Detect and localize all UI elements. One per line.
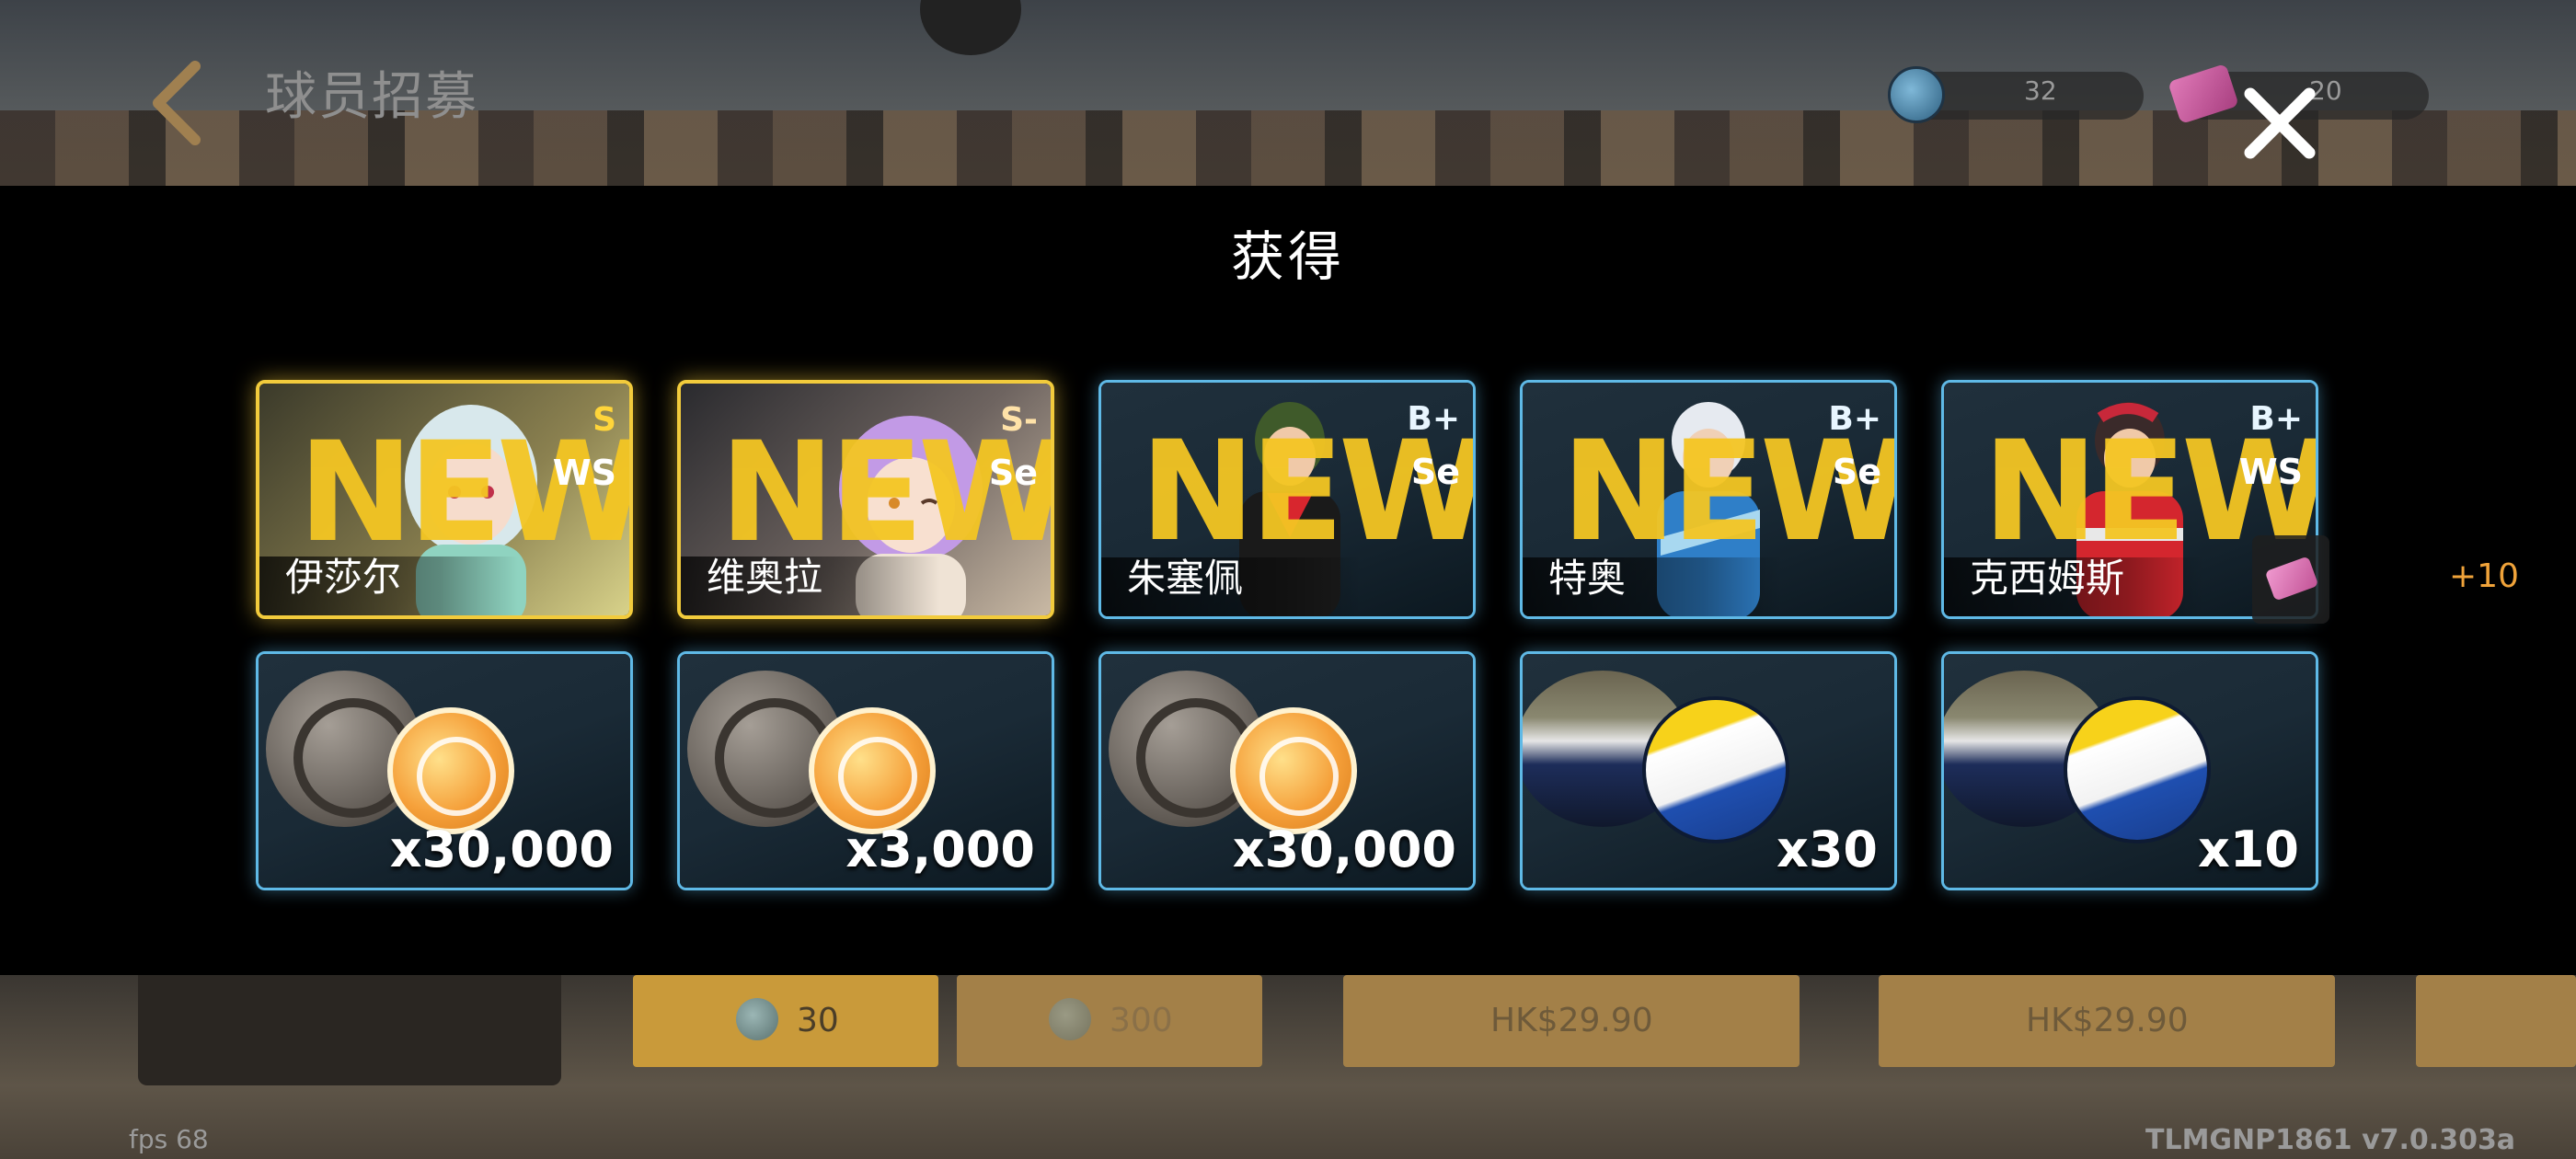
bottom-panel-left [138, 975, 561, 1085]
buy-button-1[interactable] [633, 975, 938, 1067]
back-button[interactable] [138, 57, 221, 149]
gold-coin-icon [1230, 707, 1357, 834]
modal-title: 获得 [1230, 225, 1345, 288]
close-button[interactable] [2237, 81, 2322, 166]
page-title: 球员招募 [265, 67, 478, 127]
buy-button-2-label: 300 [1110, 1002, 1173, 1039]
position-label: Se [988, 453, 1038, 493]
character-card[interactable]: NEW S- Se 维奥拉 [677, 380, 1054, 619]
build-version: TLMGNP1861 v7.0.303a [2145, 1124, 2516, 1156]
new-label: NEW [298, 413, 633, 573]
buy-button-5[interactable] [2416, 975, 2576, 1067]
position-label: WS [2238, 452, 2303, 492]
new-label: NEW [719, 413, 1054, 573]
drop-icon [1888, 66, 1945, 123]
character-card[interactable]: NEW B+ Se 朱塞佩 [1098, 380, 1476, 619]
buy-button-1-label: 30 [797, 1002, 839, 1039]
item-quantity: x30,000 [389, 820, 614, 878]
close-icon [2244, 87, 2316, 159]
rank-badge: S [592, 401, 616, 439]
position-label: WS [552, 453, 616, 493]
item-card[interactable]: x30,000 [1098, 651, 1476, 890]
character-card[interactable]: NEW S WS 伊莎尔 [256, 380, 633, 619]
position-label: Se [1410, 452, 1460, 492]
item-quantity: x30 [1777, 820, 1878, 878]
rank-badge: S- [1000, 401, 1038, 439]
character-name: 朱塞佩 [1127, 556, 1244, 601]
resource-value-drops: 32 [2024, 75, 2057, 106]
gold-coin-icon [809, 707, 936, 834]
item-quantity: x10 [2198, 820, 2299, 878]
item-card[interactable]: x10 [1941, 651, 2318, 890]
item-quantity: x3,000 [845, 820, 1035, 878]
character-card[interactable]: NEW B+ Se 特奥 [1520, 380, 1897, 619]
bonus-count: +10 [2449, 557, 2519, 595]
new-label: NEW [1140, 412, 1476, 572]
drop-icon [1049, 998, 1091, 1040]
item-quantity: x30,000 [1232, 820, 1456, 878]
item-card[interactable]: x3,000 [677, 651, 1054, 890]
character-name: 维奥拉 [707, 555, 823, 600]
gold-coin-icon [387, 707, 514, 834]
rank-badge: B+ [1828, 400, 1881, 438]
fps-counter: fps 68 [129, 1124, 209, 1154]
character-name: 伊莎尔 [285, 555, 402, 600]
character-name: 特奥 [1548, 556, 1627, 601]
drop-icon [736, 998, 778, 1040]
buy-button-3-label: HK$29.90 [1490, 1002, 1653, 1039]
rank-badge: B+ [1407, 400, 1460, 438]
new-label: NEW [1561, 412, 1897, 572]
chevron-left-icon [153, 61, 201, 145]
item-card[interactable]: x30 [1520, 651, 1897, 890]
character-name: 克西姆斯 [1970, 556, 2125, 601]
ticket-icon [2264, 556, 2319, 602]
volleyball-icon [2064, 696, 2211, 843]
position-label: Se [1832, 452, 1881, 492]
ticket-bonus-badge [2252, 535, 2329, 624]
rank-badge: B+ [2249, 400, 2303, 438]
buy-button-4-label: HK$29.90 [2026, 1002, 2189, 1039]
item-card[interactable]: x30,000 [256, 651, 633, 890]
volleyball-icon [1642, 696, 1789, 843]
